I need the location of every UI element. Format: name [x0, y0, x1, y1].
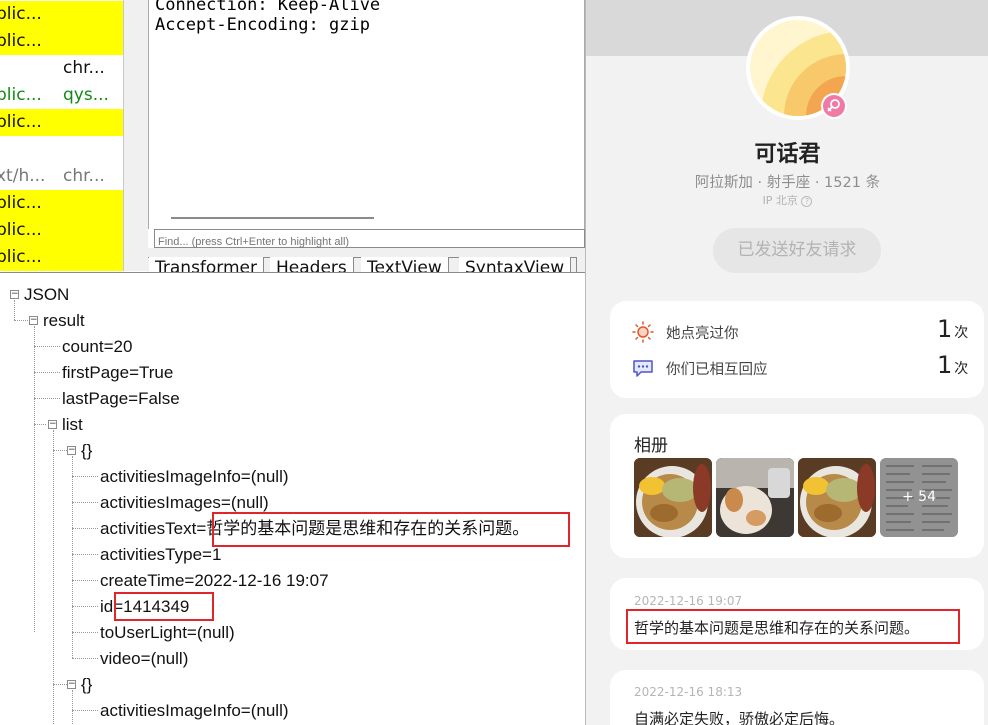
- session-row[interactable]: chr...: [0, 55, 123, 82]
- profile-name: 可话君: [754, 142, 821, 167]
- session-host: chr...: [63, 166, 105, 186]
- interaction-stats-card: 她点亮过你 1次 你们已相互回应 1次: [610, 301, 984, 398]
- sessions-list[interactable]: plic... plic... chr... plic... qys... plic...…: [0, 0, 124, 271]
- session-content-type: plic...: [0, 193, 42, 213]
- tree-key-activities-text: activitiesText=: [100, 519, 207, 538]
- profile-meta: 阿拉斯加 · 射手座 · 1521 条: [694, 175, 881, 191]
- photo-dog-image: [716, 458, 794, 537]
- highlight-box-post-text: [626, 609, 960, 644]
- photo-food-image: [634, 458, 712, 537]
- request-header-line-1: Connection: Keep-Alive: [155, 0, 381, 15]
- json-tree-view[interactable]: − − − − − JSON result count=20 firstPage…: [0, 272, 585, 725]
- session-content-type: plic...: [0, 4, 42, 24]
- collapse-item-toggle[interactable]: −: [67, 446, 76, 455]
- sun-icon: [632, 321, 654, 343]
- session-row[interactable]: [0, 136, 123, 163]
- session-content-type: plic...: [0, 85, 42, 105]
- stat-count-unit: 次: [954, 361, 969, 377]
- session-row[interactable]: plic...: [0, 217, 123, 244]
- chat-icon: [633, 360, 653, 377]
- session-row[interactable]: plic...: [0, 1, 123, 28]
- panel-gap: [148, 248, 585, 257]
- find-bar[interactable]: [154, 229, 585, 250]
- session-content-type: plic...: [0, 220, 42, 240]
- tree-node-lastpage[interactable]: lastPage=False: [62, 389, 180, 409]
- collapse-list-toggle[interactable]: −: [48, 420, 57, 429]
- tree-node-create-time[interactable]: createTime=2022-12-16 19:07: [100, 571, 329, 591]
- highlight-box-id: [114, 592, 214, 621]
- ip-location[interactable]: IP 北京 ?: [586, 192, 988, 208]
- collapse-json-toggle[interactable]: −: [10, 290, 19, 299]
- album-photo-food[interactable]: [634, 458, 712, 537]
- session-row[interactable]: plic...: [0, 244, 123, 271]
- session-row[interactable]: plic... qys...: [0, 82, 123, 109]
- session-splitter[interactable]: [124, 0, 148, 271]
- tree-node-firstpage[interactable]: firstPage=True: [62, 363, 173, 383]
- album-photo-dog[interactable]: [716, 458, 794, 537]
- tree-node-object[interactable]: {}: [81, 675, 92, 695]
- tree-node-to-user-light[interactable]: toUserLight=(null): [100, 623, 235, 643]
- session-content-type: plic...: [0, 247, 42, 267]
- stat-count-value: 1: [937, 315, 953, 343]
- app-profile-panel: 可话君 阿拉斯加 · 射手座 · 1521 条 IP 北京 ? 已发送好友请求 …: [585, 0, 988, 725]
- request-header-line-2: Accept-Encoding: gzip: [155, 15, 370, 35]
- request-text-view[interactable]: Connection: Keep-Alive Accept-Encoding: …: [148, 0, 585, 229]
- tree-node-result[interactable]: result: [43, 311, 85, 331]
- tree-node-list[interactable]: list: [62, 415, 83, 435]
- album-more-photos[interactable]: + 54: [880, 458, 958, 537]
- photo-food-image: [798, 458, 876, 537]
- avatar[interactable]: [746, 16, 850, 120]
- highlight-box-activities-text: [212, 512, 570, 547]
- session-row[interactable]: xt/h... chr...: [0, 163, 123, 190]
- album-card: 相册 + 54: [610, 414, 984, 558]
- post-card[interactable]: 2022-12-16 18:13 自满必定失败，骄傲必定后悔。: [610, 670, 984, 725]
- collapse-result-toggle[interactable]: −: [29, 316, 38, 325]
- session-content-type: plic...: [0, 31, 42, 51]
- stat-count-lit: 1次: [937, 315, 968, 343]
- album-photo-food[interactable]: [798, 458, 876, 537]
- tree-node-activities-type[interactable]: activitiesType=1: [100, 545, 221, 565]
- stat-label-lit: 她点亮过你: [666, 326, 739, 342]
- album-title: 相册: [634, 436, 668, 456]
- session-row[interactable]: plic...: [0, 190, 123, 217]
- tree-node-object[interactable]: {}: [81, 441, 92, 461]
- stat-label-mutual: 你们已相互回应: [666, 362, 768, 378]
- tree-node-activities-image-info[interactable]: activitiesImageInfo=(null): [100, 467, 289, 487]
- post-date: 2022-12-16 18:13: [634, 685, 743, 699]
- female-gender-badge-icon: [821, 93, 847, 119]
- album-more-count: + 54: [902, 489, 936, 505]
- post-date: 2022-12-16 19:07: [634, 594, 743, 608]
- stat-count-mutual: 1次: [937, 351, 968, 379]
- session-host: qys...: [63, 85, 109, 105]
- session-content-type: xt/h...: [0, 166, 46, 186]
- collapse-item-toggle[interactable]: −: [67, 680, 76, 689]
- session-row[interactable]: plic...: [0, 109, 123, 136]
- tree-node-video[interactable]: video=(null): [100, 649, 188, 669]
- session-content-type: plic...: [0, 112, 42, 132]
- tree-node-json[interactable]: JSON: [24, 285, 69, 305]
- tree-node-count[interactable]: count=20: [62, 337, 132, 357]
- info-icon: ?: [801, 195, 813, 207]
- session-row[interactable]: plic...: [0, 28, 123, 55]
- horizontal-scrollbar-thumb[interactable]: [171, 217, 374, 219]
- stat-count-value: 1: [937, 351, 953, 379]
- stat-count-unit: 次: [954, 325, 969, 341]
- ip-location-text: IP 北京: [762, 194, 798, 207]
- session-host: chr...: [63, 58, 105, 78]
- post-text: 自满必定失败，骄傲必定后悔。: [634, 710, 845, 725]
- tree-node-activities-images[interactable]: activitiesImages=(null): [100, 493, 269, 513]
- friend-request-sent-button[interactable]: 已发送好友请求: [713, 228, 881, 273]
- tree-node-activities-image-info[interactable]: activitiesImageInfo=(null): [100, 701, 289, 721]
